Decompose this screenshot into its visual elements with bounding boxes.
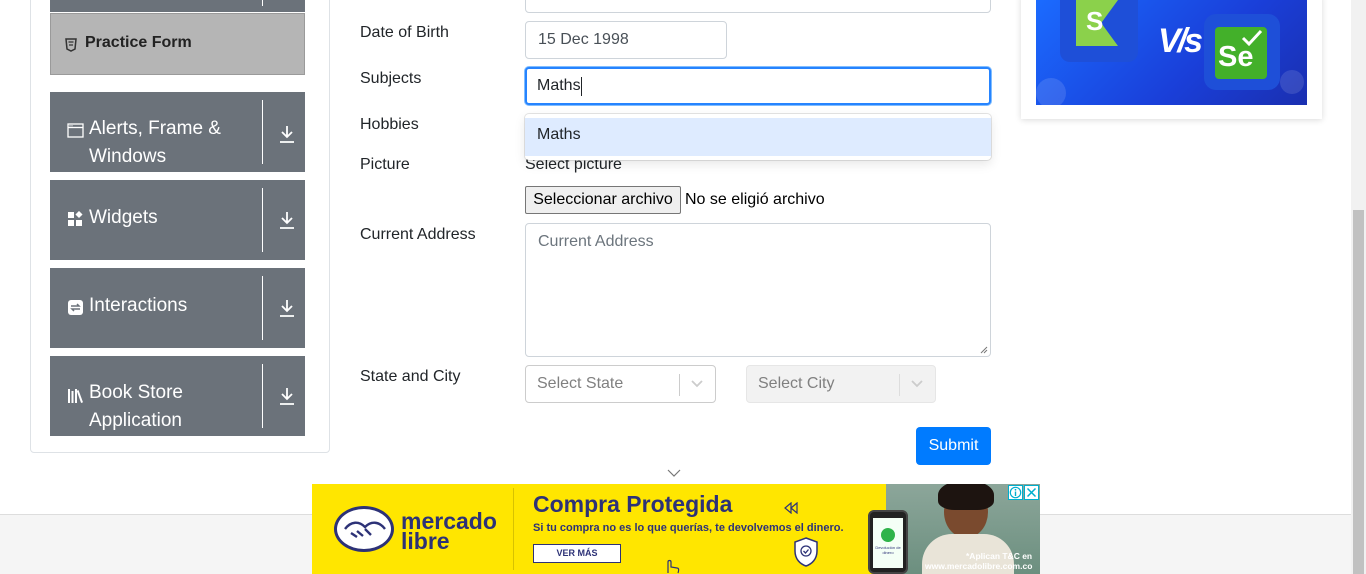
phone-check-icon	[881, 528, 895, 542]
current-address-textarea[interactable]: Current Address	[525, 223, 991, 357]
state-placeholder: Select State	[537, 375, 624, 392]
hobbies-label: Hobbies	[360, 116, 419, 133]
group-label-line1: Alerts, Frame &	[89, 118, 221, 139]
text-cursor	[581, 77, 582, 96]
city-select[interactable]: Select City	[746, 365, 936, 403]
download-icon[interactable]	[278, 124, 296, 144]
group-label-line1: Book Store	[89, 382, 183, 403]
handshake-icon	[344, 521, 386, 538]
subjects-input[interactable]: Maths	[525, 67, 991, 105]
versus-text: V/s	[1158, 22, 1203, 60]
person-hair	[938, 484, 994, 510]
ver-mas-button[interactable]: VER MÁS	[533, 544, 621, 563]
download-icon[interactable]	[278, 298, 296, 318]
resize-handle-icon[interactable]	[980, 346, 988, 354]
bottom-ad-banner[interactable]: mercado libre Compra Protegida Si tu com…	[312, 484, 1040, 574]
select-divider	[679, 374, 680, 396]
sidebar-item-label: Practice Form	[85, 34, 192, 51]
ad-divider	[513, 488, 514, 570]
brand-line2: libre	[401, 528, 450, 554]
download-icon[interactable]	[278, 386, 296, 406]
ad-close-icon[interactable]	[1024, 485, 1039, 500]
sidebar-group-interactions[interactable]: Interactions	[50, 268, 305, 348]
shield-check-icon	[794, 537, 818, 567]
ad-headline: Compra Protegida	[533, 491, 733, 517]
sidebar-group-book-store[interactable]: Book Store Application	[50, 356, 305, 436]
chevron-down-icon	[911, 380, 923, 388]
group-label: Interactions	[89, 295, 188, 316]
dob-label: Date of Birth	[360, 24, 449, 41]
legal-line1: *Aplican T&C en	[966, 551, 1033, 561]
state-select[interactable]: Select State	[525, 365, 716, 403]
legal-line2: www.mercadolibre.com.co	[925, 561, 1033, 571]
picture-label: Picture	[360, 156, 410, 173]
checkmark-icon	[1241, 29, 1263, 47]
address-label: Current Address	[360, 226, 476, 243]
group-label-line2: Application	[89, 410, 182, 431]
group-label-line2: Windows	[89, 146, 167, 167]
html5-icon	[65, 38, 77, 52]
subjects-value: Maths	[537, 77, 581, 94]
dob-value: 15 Dec 1998	[538, 31, 629, 48]
chevron-down-icon	[691, 380, 703, 388]
city-placeholder: Select City	[758, 375, 835, 392]
subjects-dropdown-menu: Maths	[525, 114, 991, 160]
rewind-icon	[784, 502, 798, 514]
widgets-icon	[68, 211, 83, 226]
selenium-mark: Se	[1215, 27, 1267, 79]
window-icon	[67, 123, 84, 138]
interactions-icon	[68, 300, 83, 315]
dob-input[interactable]: 15 Dec 1998	[525, 21, 727, 59]
group-separator	[262, 188, 263, 252]
phone-text: Devolución de dinero	[875, 545, 901, 555]
file-status-text: No se eligió archivo	[685, 191, 825, 208]
ad-subtext: Si tu compra no es lo que querías, te de…	[533, 522, 844, 534]
select-divider	[899, 374, 900, 396]
pointer-hand-icon	[667, 559, 680, 574]
submit-button[interactable]: Submit	[916, 427, 991, 465]
download-icon[interactable]	[278, 210, 296, 230]
decor-circle	[1036, 78, 1066, 105]
subjects-label: Subjects	[360, 70, 422, 87]
bookstore-icon	[68, 389, 83, 403]
state-city-label: State and City	[360, 368, 461, 385]
right-ad-banner[interactable]: S V/s Se	[1036, 0, 1307, 105]
vertical-scrollbar-thumb[interactable]	[1353, 210, 1364, 574]
address-placeholder: Current Address	[538, 233, 654, 250]
sidebar-item-practice-form[interactable]: Practice Form	[50, 13, 305, 75]
group-separator	[262, 364, 263, 428]
katalon-letter: S	[1086, 6, 1104, 36]
group-separator	[262, 100, 263, 164]
choose-file-button[interactable]: Seleccionar archivo	[525, 186, 681, 214]
sidebar-group-top-partial[interactable]	[50, 0, 305, 12]
decor-circle	[1280, 70, 1304, 94]
scroll-down-chevron-icon[interactable]	[667, 469, 681, 478]
previous-field-partial[interactable]	[525, 0, 991, 13]
subjects-option[interactable]: Maths	[525, 118, 991, 156]
adchoices-info-icon[interactable]	[1008, 485, 1023, 500]
sidebar-group-widgets[interactable]: Widgets	[50, 180, 305, 260]
mercadolibre-logo	[334, 506, 394, 552]
sidebar-group-alerts-frame-windows[interactable]: Alerts, Frame & Windows	[50, 92, 305, 172]
group-separator	[262, 276, 263, 340]
phone-graphic: Devolución de dinero	[868, 510, 908, 574]
group-label: Widgets	[89, 207, 158, 228]
